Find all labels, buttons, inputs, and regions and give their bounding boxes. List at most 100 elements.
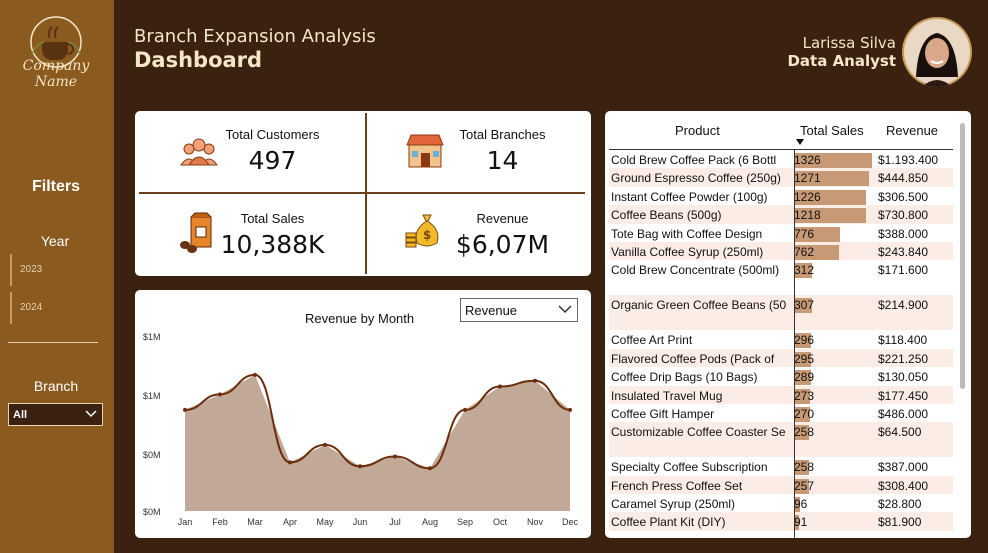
data-point[interactable] (568, 407, 572, 412)
cell-revenue: $221.250 (878, 351, 929, 366)
table-row[interactable]: Tote Bag with Coffee Design 776 $388.000 (609, 224, 953, 242)
y-tick-label: $1M (143, 332, 161, 342)
table-row[interactable]: Flavored Coffee Pods (Pack of 295 $221.250 (609, 348, 953, 368)
table-row[interactable]: Coffee Gift Hamper 270 $486.000 (609, 404, 953, 422)
table-row[interactable]: Ground Espresso Coffee (250g) 1271 $444.85… (609, 168, 953, 187)
table-row[interactable]: Coffee Plant Kit (DIY) 91 $81.900 (609, 512, 953, 531)
data-point[interactable] (533, 378, 537, 383)
user-name: Larissa Silva (802, 34, 896, 52)
x-tick-label: Apr (283, 517, 297, 527)
x-tick-label: May (316, 517, 334, 527)
cell-product: Coffee Gift Hamper (611, 406, 715, 421)
cell-revenue: $118.400 (878, 333, 928, 348)
table-row[interactable]: Cold Brew Concentrate (500ml) 312 $171.600 (609, 260, 953, 295)
cell-revenue: $388.000 (878, 226, 929, 241)
y-tick-label: $0M (143, 450, 161, 460)
table-row[interactable]: Coffee Art Print 296 $118.400 (609, 330, 953, 349)
table-row[interactable]: Vanilla Coffee Syrup (250ml) 762 $243.840 (609, 241, 953, 261)
cell-sales: 270 (794, 406, 815, 421)
column-header-revenue[interactable]: Revenue (886, 123, 938, 138)
revenue-area-chart: $1M $1M $0M $0M Jan Feb Mar Apr May Jun Jul Aug Sep O… (143, 332, 578, 527)
cell-product: Customizable Coffee Coaster Se (611, 425, 786, 440)
cell-sales: 307 (794, 298, 815, 313)
company-name: Company Name (0, 58, 112, 90)
x-tick-label: Jan (178, 517, 193, 527)
metric-dropdown[interactable]: Revenue (460, 298, 578, 322)
x-tick-label: Jul (389, 517, 401, 527)
cell-product: Specialty Coffee Subscription (611, 460, 768, 475)
cell-revenue: $171.600 (878, 263, 929, 278)
cell-revenue: $177.450 (878, 388, 929, 403)
avatar (902, 17, 972, 87)
data-point[interactable] (393, 454, 397, 459)
table-row[interactable]: Caramel Syrup (250ml) 96 $28.800 (609, 494, 953, 513)
data-point[interactable] (218, 392, 222, 397)
table-row[interactable]: Coffee Beans (500g) 1218 $730.800 (609, 205, 953, 224)
kpi-total-customers: Total Customers 497 (137, 113, 362, 193)
table-row[interactable]: Coffee Drip Bags (10 Bags) 289 $130.050 (609, 367, 953, 386)
cell-sales: 273 (794, 388, 815, 403)
branch-filter-title: Branch (33, 378, 79, 394)
kpi-value: $6,07M (455, 230, 550, 259)
kpi-panel: Total Customers 497 Total Branches 14 To… (135, 111, 591, 276)
cell-product: Cold Brew Concentrate (500ml) (611, 263, 780, 278)
cell-revenue: $1.193.400 (878, 153, 939, 167)
cell-sales: 312 (794, 263, 815, 278)
revenue-area (185, 374, 570, 511)
table-row[interactable]: French Press Coffee Set 257 $308.400 (609, 475, 953, 495)
cell-product: Ground Espresso Coffee (250g) (611, 171, 781, 186)
cell-product: Vanilla Coffee Syrup (250ml) (611, 244, 764, 259)
data-point[interactable] (428, 466, 432, 471)
product-table: Product Total Sales Revenue Cold Brew Co… (605, 111, 971, 538)
table-row[interactable]: Instant Coffee Powder (100g) 1226 $306.500 (609, 187, 953, 205)
column-header-total-sales[interactable]: Total Sales (800, 123, 864, 138)
year-option-2023[interactable]: 2023 (10, 254, 100, 286)
kpi-label: Total Branches (459, 127, 546, 142)
cell-revenue: $387.000 (878, 460, 929, 475)
company-name-line1: Company (22, 58, 90, 74)
cell-sales: 1326 (794, 153, 821, 167)
kpi-label: Total Customers (225, 127, 320, 142)
year-option-2024[interactable]: 2024 (10, 292, 100, 324)
chart-title: Revenue by Month (305, 311, 415, 326)
table-row[interactable]: Specialty Coffee Subscription 258 $387.000 (609, 457, 953, 476)
cell-product: Coffee Drip Bags (10 Bags) (611, 370, 758, 385)
data-point[interactable] (288, 460, 292, 465)
sidebar-divider (8, 342, 98, 343)
table-scrollbar[interactable] (960, 123, 965, 389)
year-filter-title: Year (40, 233, 70, 249)
cell-sales: 776 (794, 226, 815, 241)
cell-revenue: $306.500 (878, 189, 929, 204)
data-point[interactable] (253, 372, 257, 377)
cell-product: Tote Bag with Coffee Design (611, 226, 763, 241)
data-point[interactable] (323, 442, 327, 447)
cell-revenue: $444.850 (878, 171, 929, 186)
y-tick-label: $0M (143, 507, 161, 517)
avatar-portrait (904, 19, 970, 87)
table-row[interactable]: Cold Brew Coffee Pack (6 Bottl 1326 $1.193… (609, 150, 953, 168)
data-point[interactable] (358, 464, 362, 469)
branch-dropdown[interactable]: All (8, 403, 103, 426)
column-header-product[interactable]: Product (675, 123, 720, 138)
y-tick-label: $1M (143, 391, 161, 401)
data-point[interactable] (463, 407, 467, 412)
sort-descending-icon[interactable] (795, 138, 805, 146)
cell-revenue: $486.000 (878, 406, 929, 421)
cell-sales: 258 (794, 460, 815, 475)
sidebar: Company Name Filters Year 2023 2024 Bran… (0, 0, 114, 553)
page-title: Branch Expansion Analysis (134, 26, 376, 47)
cell-sales: 1271 (794, 171, 821, 186)
kpi-value: 14 (486, 146, 519, 175)
cell-product: Coffee Beans (500g) (611, 208, 722, 223)
table-row[interactable]: Organic Green Coffee Beans (50 307 $214.90… (609, 295, 953, 331)
data-point[interactable] (498, 384, 502, 389)
cell-revenue: $243.840 (878, 244, 929, 259)
cell-sales: 295 (794, 351, 815, 366)
data-point[interactable] (183, 407, 187, 412)
kpi-total-branches: Total Branches 14 (367, 113, 592, 193)
cell-sales: 96 (794, 497, 808, 512)
cell-revenue: $730.800 (878, 208, 929, 223)
table-row[interactable]: Customizable Coffee Coaster Se 258 $64.500 (609, 422, 953, 458)
x-tick-label: Jun (353, 517, 368, 527)
table-row[interactable]: Insulated Travel Mug 273 $177.450 (609, 385, 953, 404)
